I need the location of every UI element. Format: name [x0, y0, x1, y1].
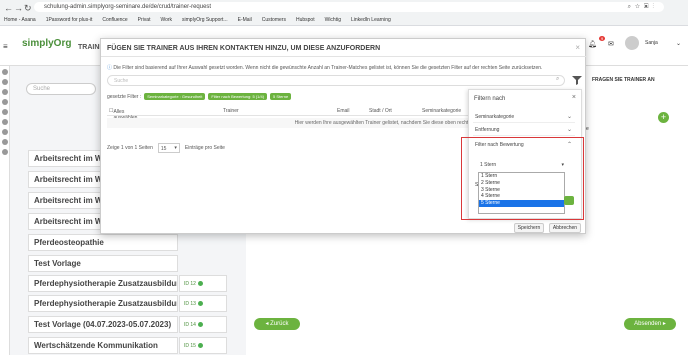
browser-tools-icon[interactable]: ⌕☆▣⋮	[628, 2, 658, 12]
menu-icon[interactable]: ≡	[3, 42, 8, 51]
bookmark-item[interactable]: Customers	[262, 17, 286, 23]
search-icon[interactable]: ⌕	[556, 76, 559, 83]
status-dot	[197, 281, 203, 287]
filter-panel-title: Filtern nach	[474, 96, 506, 102]
section-label: Seminarkategorie	[475, 114, 515, 120]
pager-text: Zeige 1 von 1 Seiten	[107, 145, 153, 151]
active-filters: gesetzte Filter : Seminarkategorie : Ges…	[107, 93, 292, 100]
id-text: ID 15	[184, 343, 196, 349]
back-arrow-icon[interactable]: ←	[4, 3, 13, 13]
message-icon[interactable]: ✉	[608, 40, 614, 48]
avatar[interactable]	[625, 36, 639, 50]
close-icon[interactable]: ×	[575, 43, 580, 52]
trainer-search-input[interactable]: Suche	[107, 75, 565, 86]
info-text: ⓘ Die Filter sind basierend auf Ihrer Au…	[107, 64, 542, 71]
filter-section-category[interactable]: Seminarkategorie ⌄	[473, 112, 575, 123]
bookmark-item[interactable]: simplyOrg Support...	[182, 17, 228, 23]
column-email: Email	[337, 108, 350, 114]
bookmarks-bar: Home - Asana 1Password for plus-it Conflue…	[4, 15, 391, 25]
nav-icon[interactable]	[1, 89, 8, 95]
nav-icon[interactable]	[1, 149, 8, 155]
divider	[101, 56, 587, 57]
chevron-down-icon: ⌄	[566, 127, 572, 133]
filter-section-distance[interactable]: Entfernung ⌄	[473, 125, 575, 136]
nav-icon[interactable]	[1, 139, 8, 145]
pagination: Zeige 1 von 1 Seiten 15 Einträge pro Sei…	[107, 143, 225, 153]
section-label: Entfernung	[475, 127, 500, 133]
cancel-button[interactable]: Abbrechen	[549, 223, 581, 233]
bookmark-item[interactable]: Hubspot	[296, 17, 315, 23]
id-text: ID 14	[184, 322, 196, 328]
filters-label: gesetzte Filter :	[107, 93, 142, 100]
chevron-down-icon[interactable]: ⌄	[676, 40, 681, 47]
status-dot	[197, 322, 203, 328]
address-bar[interactable]: schulung-admin.simplyorg-seminare.de/de/…	[34, 2, 664, 12]
bookmark-item[interactable]: Home - Asana	[4, 17, 36, 23]
filter-tag[interactable]: Filter nach Bewertung: 5 (1/4)	[208, 93, 268, 100]
logo: simplyOrg	[22, 38, 72, 49]
bookmark-item[interactable]: 1Password for plus-it	[46, 17, 93, 23]
info-message: Die Filter sind basierend auf Ihrer Ausw…	[113, 65, 543, 71]
bookmark-item[interactable]: Confluence	[102, 17, 127, 23]
add-icon[interactable]: +	[658, 112, 669, 123]
nav-icon[interactable]	[1, 129, 8, 135]
bell-icon[interactable]: 🔔︎	[588, 40, 597, 48]
browser-chrome: ← → ↻ schulung-admin.simplyorg-seminare.…	[0, 0, 688, 26]
save-button[interactable]: Speichern	[514, 223, 544, 233]
bookmark-item[interactable]: Privat	[138, 17, 151, 23]
back-button-label: Zurück	[270, 321, 289, 327]
info-icon: ⓘ	[107, 65, 113, 71]
chevron-down-icon: ⌄	[566, 114, 572, 120]
nav-icon[interactable]	[1, 109, 8, 115]
id-text: ID 12	[184, 281, 196, 287]
id-badge: ID 13	[179, 295, 227, 312]
send-button-label: Absenden	[634, 321, 662, 327]
bookmark-item[interactable]: E-Mail	[238, 17, 252, 23]
list-item[interactable]: Pferdephysiotherapie Zusatzausbildung	[28, 295, 178, 312]
left-sidebar	[0, 66, 10, 355]
nav-icon[interactable]	[1, 119, 8, 125]
per-page-label: Einträge pro Seite	[184, 145, 225, 151]
list-item[interactable]: Test Vorlage	[28, 255, 178, 272]
reload-icon[interactable]: ↻	[24, 3, 32, 14]
bookmark-item[interactable]: Work	[160, 17, 172, 23]
status-dot	[197, 343, 203, 349]
bookmark-item[interactable]: Wichtig	[325, 17, 341, 23]
modal-title: FÜGEN SIE TRAINER AUS IHREN KONTAKTEN HI…	[107, 45, 381, 52]
column-category: Seminarkategorie	[422, 108, 462, 114]
status-dot	[197, 301, 203, 307]
list-item[interactable]: Pferdeosteopathie	[28, 234, 178, 251]
list-item[interactable]: Test Vorlage (04.07.2023-05.07.2023)	[28, 316, 178, 333]
id-badge: ID 14	[179, 316, 227, 333]
id-text: ID 13	[184, 301, 196, 307]
nav-icon[interactable]	[1, 99, 8, 105]
back-button[interactable]: ◂ Zurück	[254, 318, 300, 330]
user-name[interactable]: Sanja	[645, 40, 658, 46]
bookmark-item[interactable]: LinkedIn Learning	[351, 17, 391, 23]
list-search-input[interactable]: Suche	[26, 83, 96, 95]
column-location: Stadt / Ort	[369, 108, 392, 114]
filter-tag[interactable]: 5 Sterne	[270, 93, 292, 100]
highlight-box	[461, 137, 584, 220]
notification-badge: 9	[599, 36, 606, 41]
column-trainer: Trainer	[223, 108, 239, 114]
list-item[interactable]: Pferdephysiotherapie Zusatzausbildun...	[28, 275, 178, 292]
url-text: schulung-admin.simplyorg-seminare.de/de/…	[44, 4, 212, 10]
per-page-select[interactable]: 15	[157, 143, 180, 153]
nav-icon[interactable]	[1, 79, 8, 85]
filter-funnel-icon[interactable]	[572, 75, 582, 85]
nav-icon[interactable]	[1, 69, 8, 75]
select-all-checkbox[interactable]: ☐ Alles auswählen	[109, 108, 137, 121]
id-badge: ID 12	[179, 275, 227, 292]
id-badge: ID 15	[179, 337, 227, 354]
send-button[interactable]: Absenden ▸	[624, 318, 676, 330]
panel-title: FRAGEN SIE TRAINER AN	[592, 77, 655, 83]
close-icon[interactable]: ×	[572, 94, 576, 101]
filter-tag[interactable]: Seminarkategorie : Gesundheit	[144, 93, 206, 100]
forward-arrow-icon[interactable]: →	[14, 3, 23, 13]
list-item[interactable]: Wertschätzende Kommunikation	[28, 337, 178, 354]
